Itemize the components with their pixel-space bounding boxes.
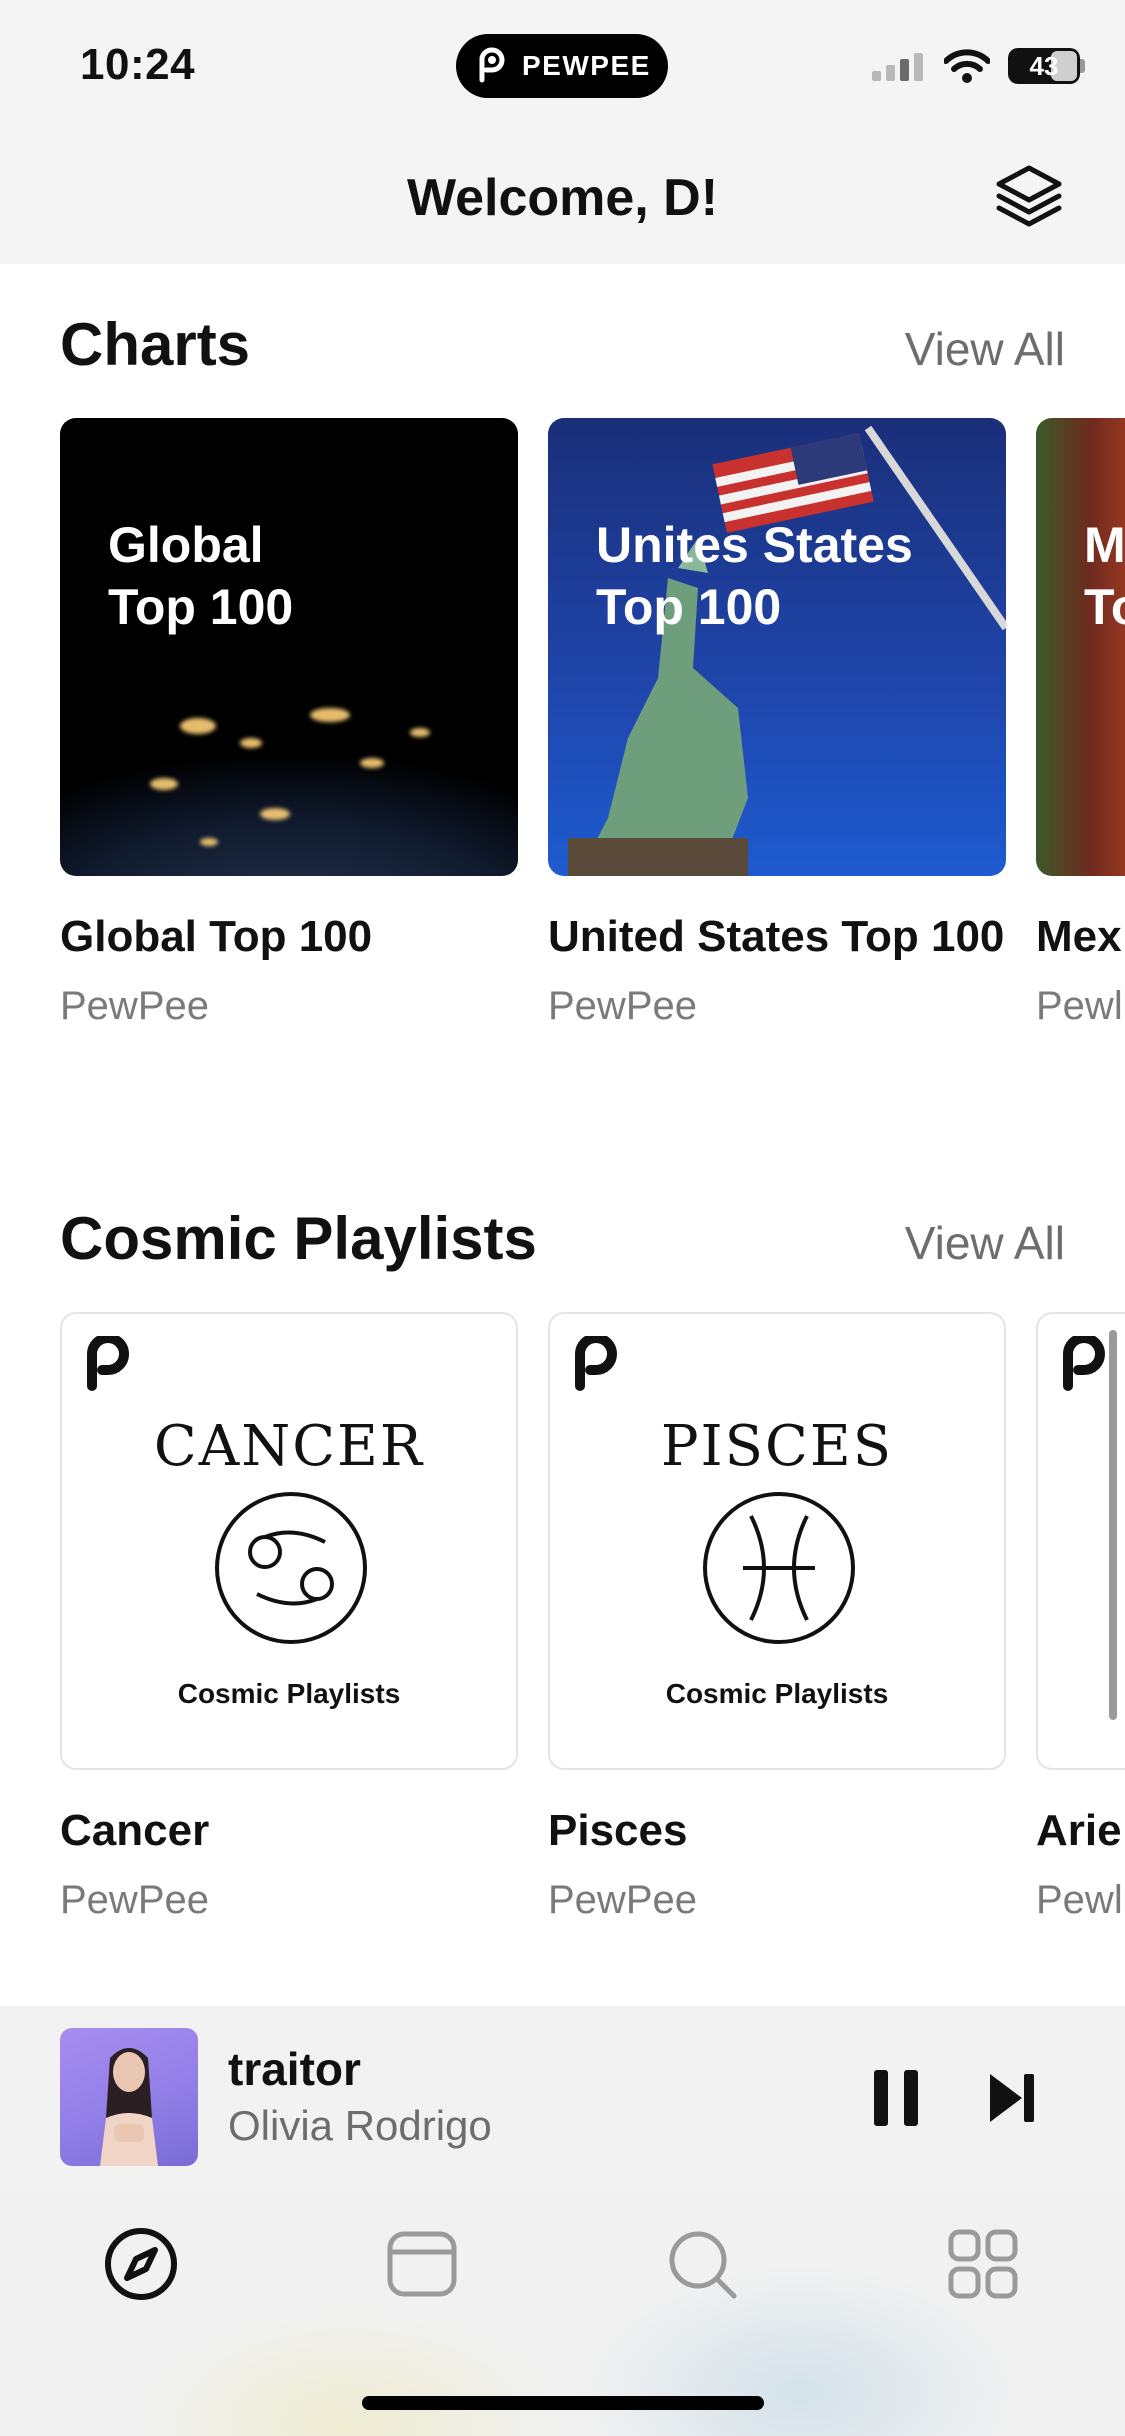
search-icon[interactable] [662, 2224, 742, 2304]
chart-card-global[interactable]: Global Top 100 Global Top 100 PewPee [60, 418, 518, 1029]
island-label: PEWPEE [522, 50, 651, 81]
pewpee-logo-icon [1063, 1336, 1105, 1391]
wifi-icon [944, 49, 990, 83]
artist-portrait-illustration [100, 2048, 158, 2166]
vertical-scrollbar[interactable] [1109, 1330, 1117, 1720]
grid-icon[interactable] [943, 2224, 1023, 2304]
chart-cover-global: Global Top 100 [60, 418, 518, 876]
chart-cover-label: M To [1084, 517, 1125, 635]
cellular-signal-icon [872, 53, 923, 81]
mini-player[interactable]: traitor Olivia Rodrigo [0, 2006, 1125, 2192]
compass-icon[interactable] [101, 2224, 181, 2304]
pewpee-logo-icon [575, 1336, 617, 1391]
charts-section-title: Charts [60, 311, 251, 378]
cosmic-cover-pisces: PISCES Cosmic Playlists [548, 1312, 1006, 1770]
home-indicator[interactable] [362, 2396, 764, 2410]
chart-card-subtitle: PewPee [548, 984, 697, 1028]
now-playing-title: traitor [228, 2043, 361, 2095]
chart-card-subtitle: Pewl [1036, 984, 1123, 1028]
pisces-symbol-icon [703, 1492, 855, 1644]
pewpee-logo-icon [87, 1336, 129, 1391]
pause-icon[interactable] [868, 2066, 924, 2130]
statue-flag-illustration [568, 425, 1006, 876]
status-bar: 10:24 PEWPEE 43 [0, 0, 1125, 140]
skip-next-icon[interactable] [984, 2068, 1040, 2128]
cancer-symbol-icon [215, 1492, 367, 1644]
chart-cover-label: Global Top 100 [108, 517, 294, 635]
cosmic-card-cancer[interactable]: CANCER Cosmic Playlists Cancer PewPee [60, 1312, 518, 1923]
layers-icon[interactable] [989, 158, 1069, 238]
status-indicators: 43 [870, 48, 1085, 84]
pewpee-logo-icon [479, 47, 505, 83]
chart-card-title: United States Top 100 [548, 912, 1005, 961]
chart-cover-us: Unites States Top 100 [548, 418, 1006, 876]
app-header: Welcome, D! [0, 140, 1125, 264]
charts-view-all-link[interactable]: View All [905, 322, 1065, 376]
cosmic-cover-caption: Cosmic Playlists [665, 1678, 889, 1709]
cosmic-card-pisces[interactable]: PISCES Cosmic Playlists Pisces PewPee [548, 1312, 1006, 1923]
status-time: 10:24 [80, 40, 196, 89]
cosmic-card-title: Pisces [548, 1806, 688, 1855]
chart-card-us[interactable]: Unites States Top 100 United States Top … [548, 418, 1006, 1029]
cosmic-card-title: Cancer [60, 1806, 210, 1855]
cosmic-card-subtitle: PewPee [60, 1878, 209, 1922]
zodiac-sign-label: CANCER [153, 1414, 425, 1479]
chart-cover-label: Unites States Top 100 [596, 517, 913, 635]
cosmic-carousel[interactable]: CANCER Cosmic Playlists Cancer PewPee PI… [60, 1312, 1125, 1923]
chart-card-mexico[interactable]: M To Mex Pewl [1036, 418, 1125, 1029]
chart-cover-mexico: M To [1036, 418, 1125, 876]
now-playing-artist: Olivia Rodrigo [228, 2102, 492, 2149]
now-playing-artwork [60, 2028, 198, 2166]
chart-card-title: Global Top 100 [60, 912, 373, 961]
cosmic-card-title: Arie [1036, 1806, 1122, 1855]
library-icon[interactable] [382, 2224, 462, 2304]
dynamic-island-pill[interactable]: PEWPEE [456, 34, 668, 98]
charts-carousel[interactable]: Global Top 100 Global Top 100 PewPee Uni… [60, 418, 1125, 1029]
chart-card-subtitle: PewPee [60, 984, 209, 1028]
cosmic-card-subtitle: PewPee [548, 1878, 697, 1922]
battery-level: 43 [1029, 50, 1059, 81]
chart-card-title: Mex [1036, 912, 1122, 961]
charts-section-header: Charts View All [60, 310, 1065, 379]
cosmic-card-subtitle: Pewl [1036, 1878, 1123, 1922]
cosmic-section-title: Cosmic Playlists [60, 1205, 537, 1272]
cosmic-cover-caption: Cosmic Playlists [177, 1678, 401, 1709]
battery-icon: 43 [1008, 48, 1080, 84]
cosmic-view-all-link[interactable]: View All [905, 1216, 1065, 1270]
cosmic-cover-cancer: CANCER Cosmic Playlists [60, 1312, 518, 1770]
page-title: Welcome, D! [406, 169, 719, 227]
cosmic-section-header: Cosmic Playlists View All [60, 1204, 1065, 1273]
zodiac-sign-label: PISCES [660, 1414, 894, 1479]
